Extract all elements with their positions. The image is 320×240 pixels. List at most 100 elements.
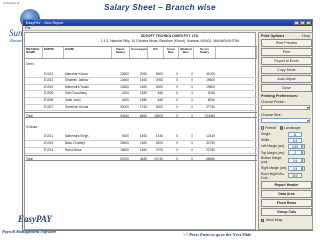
table-cell: 0 <box>191 71 193 76</box>
table-cell: 0 <box>176 78 178 83</box>
table-cell: 3700 <box>155 147 163 152</box>
fixed-rows-button[interactable]: Fixed Rows <box>261 199 312 208</box>
table-cell: 6500 <box>155 71 163 76</box>
col-header <box>216 47 257 58</box>
table-cell: Rahul Bose <box>65 147 82 152</box>
copy-mode-button[interactable]: Copy Mode <box>261 66 312 74</box>
maximize-button[interactable]: □ <box>300 20 305 26</box>
table-cell: 26600 <box>120 141 129 145</box>
total-cell: 134080 <box>204 114 215 118</box>
table-cell: 41000 <box>206 71 215 76</box>
table-cell: 22760 <box>206 147 215 152</box>
close-button[interactable]: x <box>306 20 311 26</box>
left-margin-input[interactable]: 0.85 <box>288 143 302 149</box>
print-button[interactable]: Print <box>261 48 312 56</box>
height-input[interactable]: 11 <box>288 131 302 137</box>
table-cell: 0 <box>176 91 178 96</box>
table-cell: Sati Choudhary <box>65 91 87 96</box>
table-row: E1013 Manohar Kumar 22600 2060 6500 0 0 41000 <box>25 71 257 77</box>
minimize-button[interactable]: _ <box>294 20 299 26</box>
top-margin-input[interactable]: 2 <box>288 150 302 156</box>
table-cell: 19600 <box>206 78 215 83</box>
spinner-icon[interactable] <box>302 157 305 163</box>
table-cell <box>25 97 43 103</box>
bottom-margin-input[interactable]: 0.5 <box>288 157 302 163</box>
total-row: Total 53700 4480 10740 0 0 68960 <box>25 155 257 162</box>
table-cell: 1460 <box>139 78 147 83</box>
company-header: SDSOFT TECHNOLOGIES PVT. LTD. 1 4 3, Nam… <box>85 34 255 43</box>
total-cell: Total <box>26 157 33 161</box>
close-panel-button[interactable]: Close <box>261 84 312 92</box>
col-header: Medical Rec. <box>179 47 194 58</box>
table-cell: 0 <box>191 147 193 152</box>
slide-title: Salary Sheet – Branch wise <box>104 3 216 12</box>
table-cell: 19600 <box>206 84 215 89</box>
print-options-panel: Print Options Help Print Preview Print E… <box>258 32 313 230</box>
window-title: EasyPAY - View Report <box>26 21 64 25</box>
row-height-input[interactable]: 500 <box>288 173 302 179</box>
table-row: E1007 Sheelesh Kumar 30000 1760 6000 0 0 37760 <box>25 104 257 110</box>
help-link[interactable]: Help <box>302 34 310 38</box>
table-cell: E1012 <box>44 78 54 83</box>
table-cell: 0 <box>191 141 193 145</box>
table-cell <box>25 71 43 77</box>
table-cell: 1760 <box>139 104 147 109</box>
table-cell: E1010 <box>44 84 54 89</box>
table-cell <box>25 77 43 83</box>
radio-icon <box>261 126 265 130</box>
branch-label: Kolkata <box>26 124 38 129</box>
table-cell: 845 <box>157 98 163 102</box>
table-cell: Mahendra Yadav <box>65 84 89 89</box>
row-divider <box>25 110 257 112</box>
checkbox-icon <box>261 218 265 222</box>
table-cell: 1560 <box>139 141 147 145</box>
word-wrap-option[interactable]: Word Wrap <box>259 217 312 223</box>
table-cell <box>25 84 43 90</box>
group-cols-button[interactable]: Group Cols <box>261 208 312 217</box>
table-cell: 5200 <box>155 141 163 145</box>
table-cell: E1007 <box>44 104 54 109</box>
total-cell: 93460 <box>120 114 129 118</box>
total-cell <box>43 113 64 117</box>
table-row: E1009 Sati Choudhary 4200 1580 845 0 0 9045 <box>25 90 257 96</box>
table-cell: 0 <box>191 98 193 102</box>
table-cell: E1015 <box>44 141 54 145</box>
table-cell: 0 <box>176 147 178 152</box>
col-header: BRANCH NAME <box>25 47 43 58</box>
portrait-option[interactable]: Portrait <box>261 126 276 130</box>
spinner-icon[interactable] <box>302 143 305 149</box>
width-input[interactable]: 8.5 <box>288 137 302 143</box>
table-cell: 0 <box>176 71 178 76</box>
width-label: Width : <box>261 138 271 143</box>
row-divider <box>25 153 257 155</box>
menu-file[interactable]: File <box>25 26 31 30</box>
export-excel-button[interactable]: Export to Excel <box>261 57 312 65</box>
total-cell: 8660 <box>139 114 147 118</box>
landscape-label: Landscape <box>284 126 301 130</box>
company-name: SDSOFT TECHNOLOGIES PVT. LTD. <box>140 34 200 38</box>
table-cell: 0 <box>176 84 178 89</box>
print-preview-button[interactable]: Print Preview <box>261 39 312 47</box>
total-cell <box>64 156 112 160</box>
size-select[interactable] <box>261 118 310 123</box>
branch-label: Delhi <box>26 62 34 66</box>
table-cell: 0 <box>191 91 193 96</box>
table-cell <box>25 90 43 96</box>
table-cell: 4200 <box>121 91 129 96</box>
auto-adjust-button[interactable]: Auto Adjust <box>261 75 312 83</box>
report-header-button[interactable]: Report Header <box>261 181 312 190</box>
menubar: File <box>23 26 312 31</box>
table-cell: Sheelesh Kumar <box>65 104 89 109</box>
landscape-option[interactable]: Landscape <box>279 126 301 130</box>
spinner-icon[interactable] <box>302 150 305 156</box>
next-slide-hint[interactable]: >> Press Enter to go to the Next Slide <box>183 232 251 237</box>
portrait-label: Portrait <box>265 126 276 130</box>
table-cell: E1013 <box>44 71 54 76</box>
printer-select[interactable] <box>261 105 310 110</box>
table-cell: 0 <box>176 134 178 139</box>
right-margin-input[interactable]: 0.5 <box>288 165 302 171</box>
table-cell: 14600 <box>120 78 129 83</box>
spinner-icon[interactable] <box>302 165 305 171</box>
data-area-button[interactable]: Data Area <box>261 190 312 199</box>
table-row: E1008 Sakti Joshi 4200 1580 845 0 0 8040 <box>25 97 257 103</box>
